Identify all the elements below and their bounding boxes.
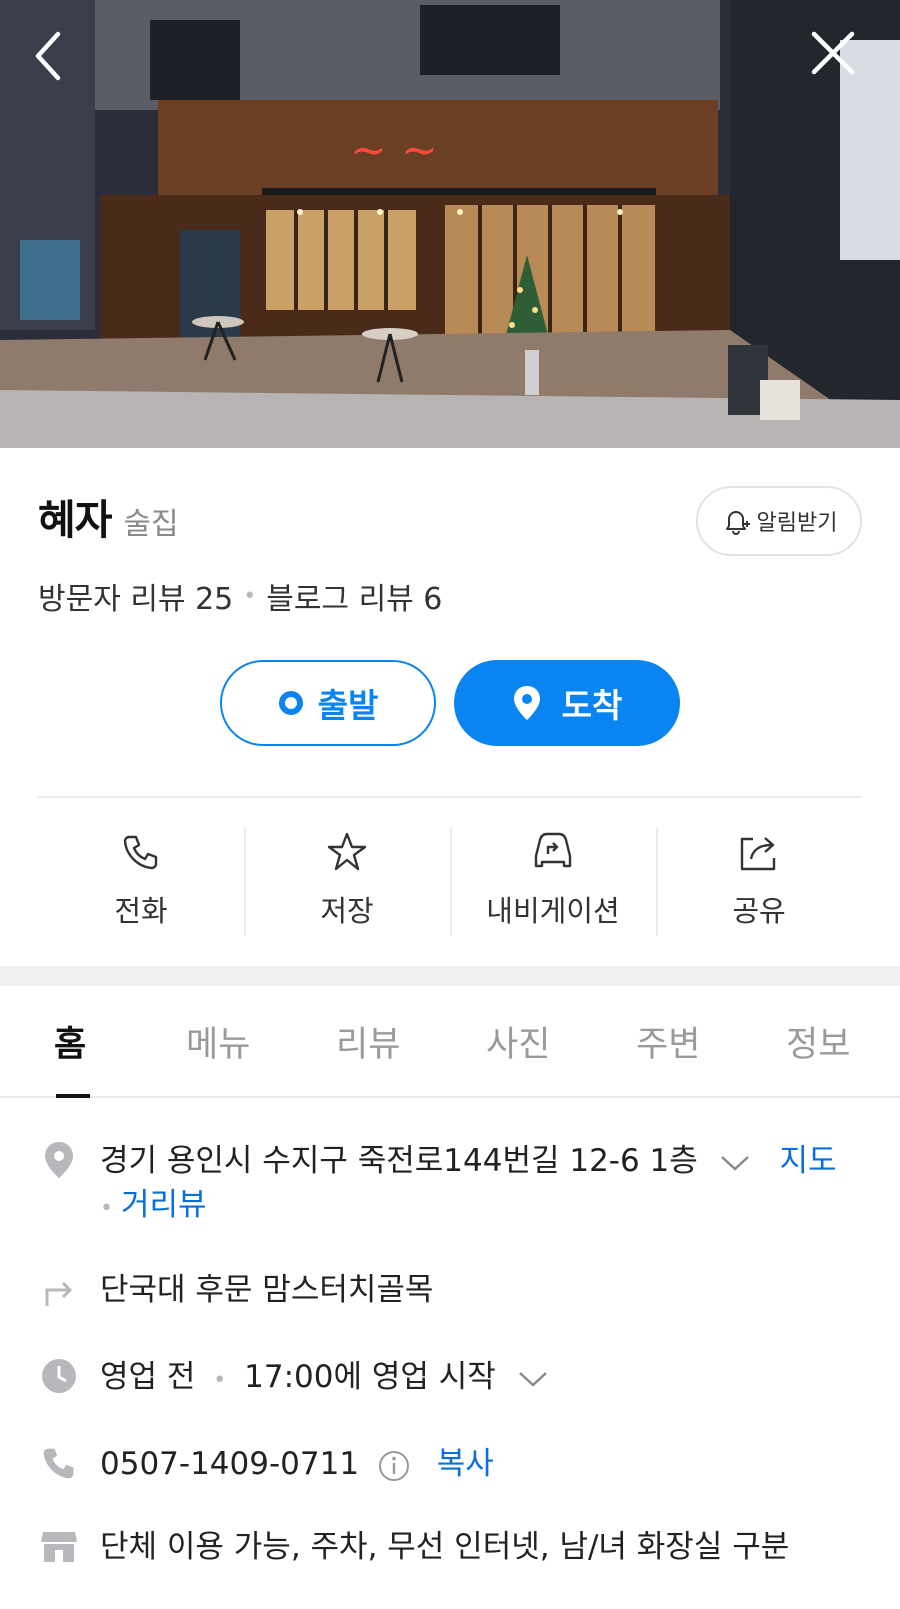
store-icon xyxy=(41,1532,77,1562)
action-bar: 전화 저장 내비게이션 공유 xyxy=(38,826,862,938)
call-action[interactable]: 전화 xyxy=(38,826,244,938)
phone-icon xyxy=(123,835,158,870)
visitor-review-link[interactable]: 방문자 리뷰 25 xyxy=(38,574,233,618)
close-icon xyxy=(811,31,855,75)
active-tab-indicator xyxy=(56,1094,90,1098)
bell-plus-icon xyxy=(725,511,750,535)
share-action-label: 공유 xyxy=(732,894,786,928)
hero-photo[interactable]: ~ ~ xyxy=(0,0,900,448)
map-link[interactable]: 지도 xyxy=(780,1143,837,1179)
phone-number[interactable]: 0507-1409-0711 xyxy=(100,1446,359,1482)
tab-nearby[interactable]: 주변 xyxy=(636,1016,700,1067)
alarm-button[interactable]: 알림받기 xyxy=(696,486,862,556)
directions-text: 단국대 후문 맘스터치골목 xyxy=(100,1272,434,1308)
address-text: 경기 용인시 수지구 죽전로144번길 12-6 1층 xyxy=(100,1143,698,1179)
origin-dot-icon xyxy=(278,691,303,715)
navigation-action-label: 내비게이션 xyxy=(486,894,620,928)
route-start-label: 출발 xyxy=(317,686,379,725)
alarm-button-label: 알림받기 xyxy=(756,511,838,536)
place-name: 혜자 xyxy=(38,496,112,544)
hours-row[interactable]: 영업 전 • 17:00에 영업 시작 xyxy=(38,1355,878,1403)
tab-home[interactable]: 홈 xyxy=(54,1016,86,1067)
route-end-label: 도착 xyxy=(561,686,623,725)
hours-status: 영업 전 xyxy=(100,1359,196,1395)
separator-dot: • xyxy=(213,1368,227,1393)
chevron-down-icon[interactable] xyxy=(718,1153,752,1173)
share-action[interactable]: 공유 xyxy=(656,826,862,938)
info-icon[interactable] xyxy=(377,1449,411,1483)
svg-text:~ ~: ~ ~ xyxy=(350,125,438,176)
review-summary: 방문자 리뷰 25 • 블로그 리뷰 6 xyxy=(38,574,442,618)
share-icon xyxy=(740,837,776,871)
star-icon xyxy=(327,832,367,871)
blog-review-link[interactable]: 블로그 리뷰 6 xyxy=(266,574,442,618)
place-title: 혜자 술집 xyxy=(38,486,179,546)
phone-row: 0507-1409-0711 복사 xyxy=(38,1442,878,1486)
tab-bar: 홈 메뉴 리뷰 사진 주변 정보 xyxy=(0,986,900,1098)
close-button[interactable] xyxy=(808,28,880,100)
street-view-link[interactable]: 거리뷰 xyxy=(121,1187,207,1223)
separator-dot: • xyxy=(243,583,257,609)
tab-info[interactable]: 정보 xyxy=(786,1016,850,1067)
directions-row: 단국대 후문 맘스터치골목 xyxy=(38,1268,878,1312)
save-action[interactable]: 저장 xyxy=(244,826,450,938)
tab-review[interactable]: 리뷰 xyxy=(336,1016,400,1067)
route-end-button[interactable]: 도착 xyxy=(454,660,680,746)
save-action-label: 저장 xyxy=(320,894,374,928)
divider xyxy=(38,796,862,798)
clock-icon xyxy=(42,1359,76,1393)
turn-arrow-icon xyxy=(45,1281,73,1306)
address-row: 경기 용인시 수지구 죽전로144번길 12-6 1층 지도 • 거리뷰 xyxy=(38,1139,878,1231)
location-pin-icon xyxy=(513,686,540,720)
phone-icon xyxy=(43,1448,74,1479)
separator-dot: • xyxy=(100,1196,113,1221)
chevron-down-icon[interactable] xyxy=(516,1369,550,1389)
call-action-label: 전화 xyxy=(114,894,168,928)
copy-link[interactable]: 복사 xyxy=(437,1446,494,1482)
tab-photo[interactable]: 사진 xyxy=(486,1016,550,1067)
amenities-text: 단체 이용 가능, 주차, 무선 인터넷, 남/녀 화장실 구분 xyxy=(100,1529,790,1565)
navigation-action[interactable]: 내비게이션 xyxy=(450,826,656,938)
back-button[interactable] xyxy=(28,28,100,100)
place-category: 술집 xyxy=(123,507,179,542)
section-separator xyxy=(0,966,900,986)
chevron-left-icon xyxy=(35,31,61,81)
amenities-row: 단체 이용 가능, 주차, 무선 인터넷, 남/녀 화장실 구분 xyxy=(38,1525,878,1569)
route-start-button[interactable]: 출발 xyxy=(220,660,436,746)
hours-detail: 17:00에 영업 시작 xyxy=(244,1359,496,1395)
storefront-photo: ~ ~ xyxy=(0,0,900,448)
car-navigation-icon xyxy=(534,832,572,868)
tab-menu[interactable]: 메뉴 xyxy=(186,1016,250,1067)
location-pin-icon xyxy=(45,1142,73,1178)
